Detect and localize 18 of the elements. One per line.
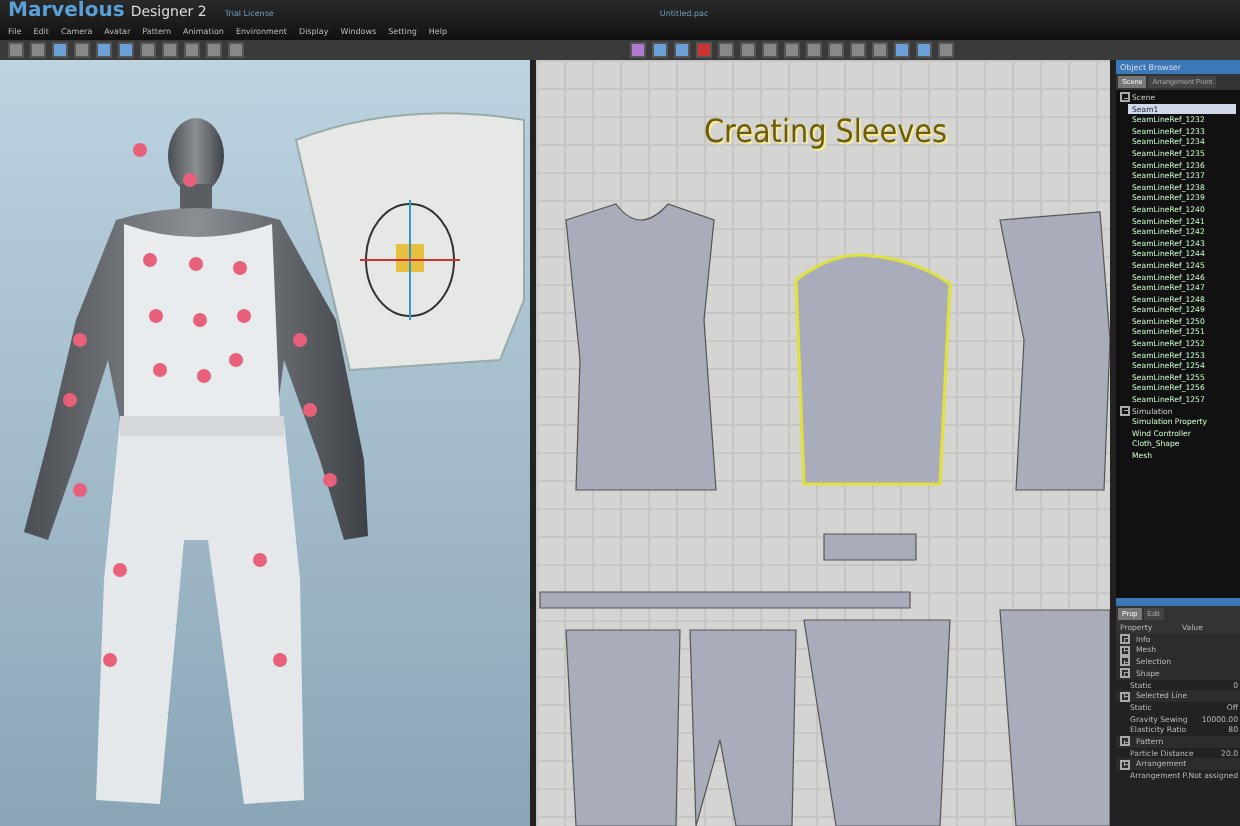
pattern-piece[interactable] [999, 211, 1110, 491]
collapse-icon[interactable] [1120, 92, 1130, 103]
collapse-icon[interactable] [1120, 405, 1130, 416]
app-title: Marvelous [8, 0, 125, 22]
pattern-piece[interactable] [999, 609, 1110, 826]
pattern-piece[interactable] [803, 619, 951, 826]
expand-icon[interactable] [1120, 759, 1130, 770]
pattern-piece[interactable] [539, 591, 911, 609]
selected-sleeve-pattern[interactable] [794, 253, 952, 486]
3d-viewport[interactable] [0, 60, 530, 826]
pattern-piece[interactable] [823, 533, 917, 561]
2d-pattern-window[interactable]: Creating Sleeves [536, 60, 1110, 826]
expand-icon[interactable] [1120, 691, 1130, 702]
pattern-piece[interactable] [689, 629, 797, 826]
pattern-piece[interactable] [565, 203, 717, 491]
caption: Creating Sleeves [704, 112, 948, 150]
pattern-piece[interactable] [565, 629, 681, 826]
expand-icon[interactable] [1120, 736, 1130, 747]
